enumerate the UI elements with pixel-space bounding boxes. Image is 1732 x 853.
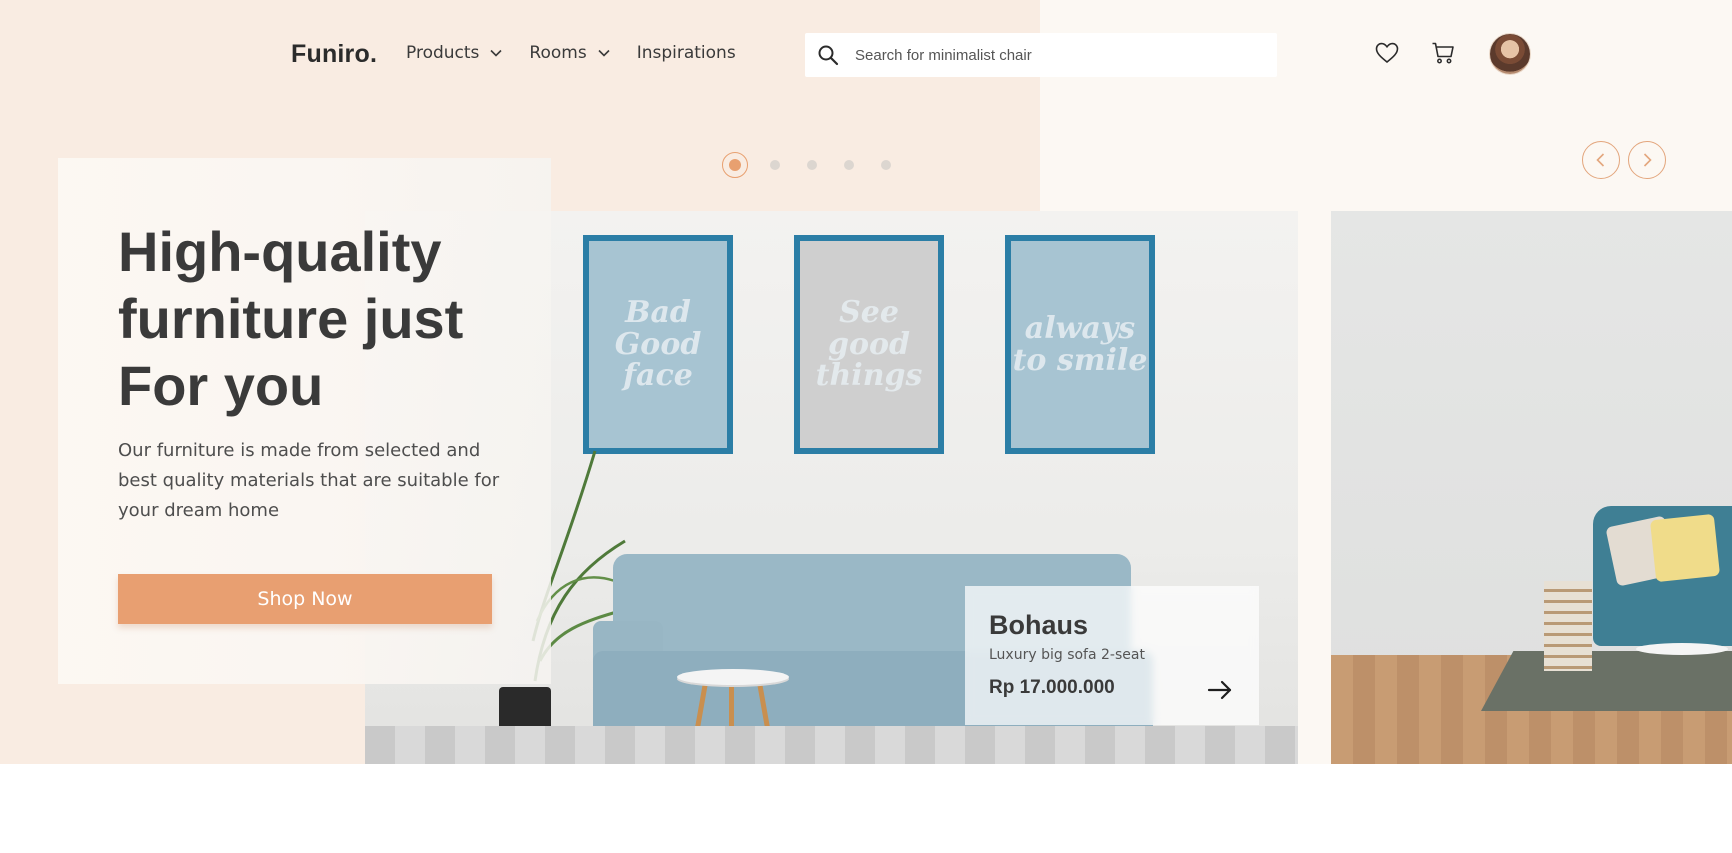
carousel-dot-1[interactable] <box>722 152 748 178</box>
hero-title: High-quality furniture just For you <box>118 220 464 417</box>
nav-item-label: Rooms <box>529 43 587 63</box>
wall-poster: always to smile <box>1005 235 1155 454</box>
nav-item-rooms[interactable]: Rooms <box>529 43 610 63</box>
cart-icon <box>1432 42 1454 64</box>
carousel-dot-4[interactable] <box>844 160 854 170</box>
carousel-dot-2[interactable] <box>770 160 780 170</box>
cart-button[interactable] <box>1428 38 1458 68</box>
heart-icon <box>1375 42 1399 64</box>
wall-poster: See good things <box>794 235 944 454</box>
page: Funiro. Products Rooms Inspirations Sear… <box>0 0 1732 853</box>
side-table <box>677 669 789 685</box>
chevron-down-icon <box>490 49 502 57</box>
search-icon[interactable] <box>817 44 839 66</box>
carousel-dots <box>722 152 918 178</box>
product-name: Bohaus <box>989 610 1089 640</box>
nav-item-label: Products <box>406 43 480 63</box>
product-card[interactable]: Bohaus Luxury big sofa 2-seat Rp 17.000.… <box>965 586 1259 725</box>
nav-item-products[interactable]: Products <box>406 43 503 63</box>
avatar[interactable] <box>1490 34 1530 74</box>
hero-subtitle: Our furniture is made from selected and … <box>118 440 500 521</box>
search-bar <box>805 33 1277 77</box>
floor <box>365 726 1298 764</box>
carousel-dot-3[interactable] <box>807 160 817 170</box>
side-table <box>1636 643 1728 655</box>
nav-item-inspirations[interactable]: Inspirations <box>637 43 736 63</box>
nav-item-label: Inspirations <box>636 43 736 63</box>
shop-now-button[interactable]: Shop Now <box>118 574 492 624</box>
carousel-dot-5[interactable] <box>881 160 891 170</box>
rug <box>1481 651 1732 711</box>
arrow-right-icon[interactable] <box>1206 676 1234 704</box>
carousel-next-button[interactable] <box>1628 141 1666 179</box>
main-nav: Products Rooms Inspirations <box>406 43 736 63</box>
chevron-down-icon <box>598 49 610 57</box>
pillow <box>1649 513 1721 583</box>
carousel-prev-button[interactable] <box>1582 141 1620 179</box>
product-description: Luxury big sofa 2-seat <box>989 647 1145 663</box>
logo[interactable]: Funiro. <box>291 40 377 69</box>
search-input[interactable] <box>855 46 1255 64</box>
wishlist-button[interactable] <box>1372 38 1402 68</box>
hero-image-next-slide[interactable] <box>1331 211 1732 764</box>
wall-poster: Bad Good face <box>583 235 733 454</box>
background-white <box>0 764 1732 853</box>
product-price: Rp 17.000.000 <box>989 677 1115 698</box>
book-stack <box>1544 581 1592 671</box>
chevron-right-icon <box>1643 153 1652 167</box>
chevron-left-icon <box>1596 153 1605 167</box>
